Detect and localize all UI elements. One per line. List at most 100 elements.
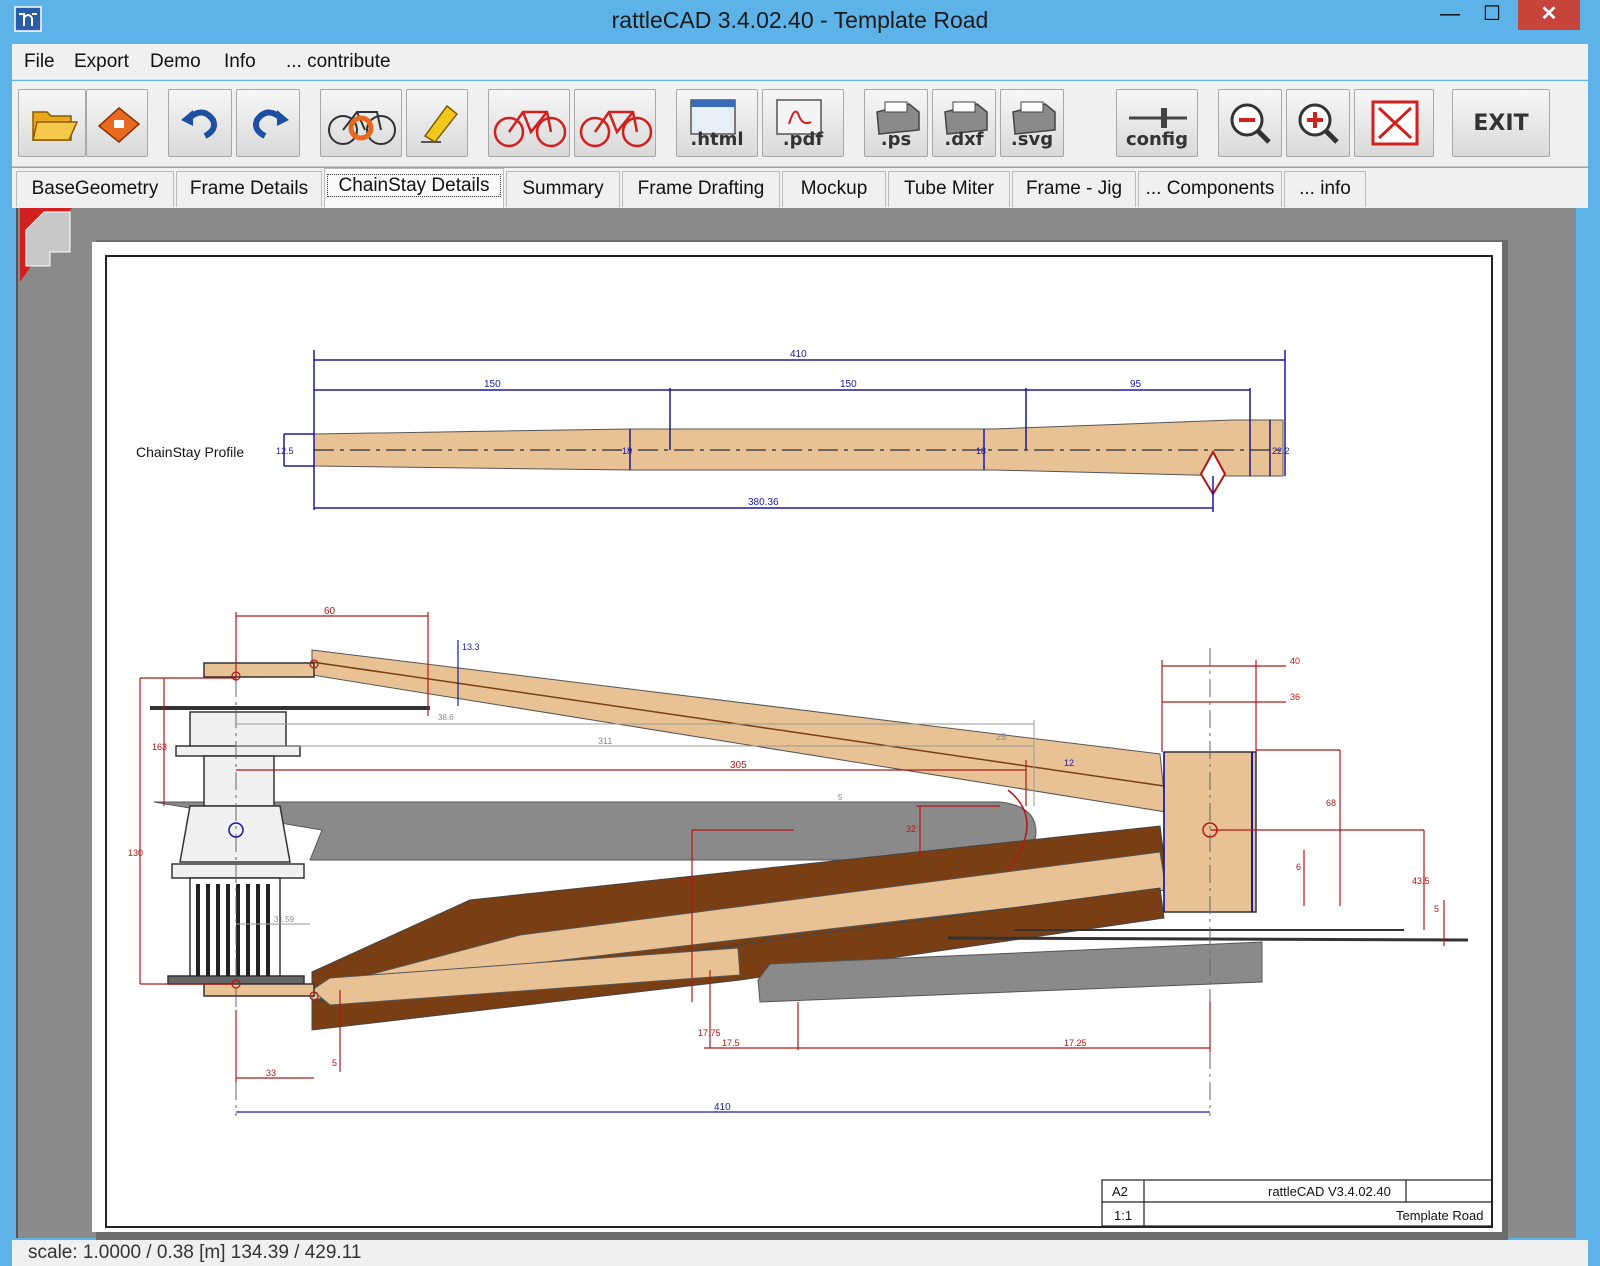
bike-right-button[interactable] <box>574 89 656 157</box>
title-template: Template Road <box>1396 1208 1483 1223</box>
tab-label: ... info <box>1299 178 1351 199</box>
dim-13-3: 13.3 <box>462 642 480 652</box>
dim-33: 33 <box>266 1068 276 1078</box>
undo-button[interactable] <box>168 89 232 157</box>
dim-6: 6 <box>1296 862 1301 872</box>
dim-h-right: 22.2 <box>1272 446 1290 456</box>
chainstay-profile: ChainStay Profile 410 150 150 95 380.36 … <box>136 349 1290 512</box>
dim-175: 175 <box>680 876 695 886</box>
tab-mockup[interactable]: Mockup <box>782 171 886 207</box>
dim-17-5: 17.5 <box>722 1038 740 1048</box>
title-sheet: A2 <box>1112 1184 1128 1199</box>
tab-label: Frame - Jig <box>1025 178 1123 199</box>
bike-reset-icon <box>328 111 396 145</box>
export-pdf-label: .pdf <box>782 129 824 150</box>
tab-label: ... Components <box>1145 178 1275 199</box>
title-bar: rattleCAD 3.4.02.40 - Template Road — ☐ … <box>0 0 1600 42</box>
exit-button[interactable]: EXIT <box>1452 89 1550 157</box>
title-version: rattleCAD V3.4.02.40 <box>1268 1184 1391 1199</box>
tab-info[interactable]: ... info <box>1284 171 1366 207</box>
save-icon <box>97 107 141 143</box>
open-folder-icon <box>32 111 79 141</box>
menu-file[interactable]: File <box>24 51 55 73</box>
export-html-button[interactable]: .html <box>676 89 758 157</box>
dim-17-25: 17.25 <box>1064 1038 1087 1048</box>
redo-icon <box>253 109 289 139</box>
export-ps-label: .ps <box>880 129 912 150</box>
dim-h-mid2: 18 <box>976 446 986 456</box>
dim-12: 12 <box>1064 758 1074 768</box>
config-button[interactable]: config <box>1116 89 1198 157</box>
close-button[interactable]: ✕ <box>1518 0 1580 30</box>
dim-h-left: 12.5 <box>276 446 294 456</box>
export-ps-button[interactable]: .ps <box>864 89 928 157</box>
fit-view-button[interactable] <box>1354 89 1434 157</box>
menu-info[interactable]: Info <box>224 51 256 73</box>
dim-25: 25 <box>996 732 1006 742</box>
corner-resize-icon[interactable] <box>20 208 80 284</box>
tab-frame-details[interactable]: Frame Details <box>176 171 322 207</box>
title-scale: 1:1 <box>1114 1208 1132 1223</box>
dim-36: 36 <box>1290 692 1300 702</box>
dim-h-mid1: 18 <box>622 446 632 456</box>
dim-5-mid: 5 <box>838 793 843 802</box>
chainstay-drawing: ChainStay Profile 410 150 150 95 380.36 … <box>105 255 1493 1228</box>
zoom-in-button[interactable] <box>1286 89 1350 157</box>
menu-export[interactable]: Export <box>74 51 129 73</box>
dim-130: 130 <box>128 848 143 858</box>
bike-left-button[interactable] <box>488 89 570 157</box>
tab-basegeometry[interactable]: BaseGeometry <box>16 171 174 207</box>
dim-40: 40 <box>1290 656 1300 666</box>
tab-tube-miter[interactable]: Tube Miter <box>888 171 1010 207</box>
menu-contribute[interactable]: ... contribute <box>286 51 391 73</box>
open-button[interactable] <box>18 89 86 157</box>
dim-5-right: 5 <box>1434 904 1439 914</box>
chainstay-plan: 60 13.3 38.6 311 305 25 12 40 36 68 6 43… <box>128 606 1469 1116</box>
tab-chainstay-details[interactable]: ChainStay Details <box>324 168 504 208</box>
drawing-sheet: ChainStay Profile 410 150 150 95 380.36 … <box>92 242 1502 1232</box>
tab-label: Mockup <box>800 178 868 199</box>
tab-summary[interactable]: Summary <box>506 171 620 207</box>
export-pdf-button[interactable]: .pdf <box>762 89 844 157</box>
eraser-button[interactable] <box>406 89 468 157</box>
dim-seg1: 150 <box>484 379 501 390</box>
tab-components[interactable]: ... Components <box>1138 171 1282 207</box>
zoom-out-button[interactable] <box>1218 89 1282 157</box>
dim-311: 311 <box>598 736 612 746</box>
tab-label: Tube Miter <box>903 178 995 199</box>
export-svg-label: .svg <box>1010 129 1054 150</box>
dim-17-75: 17.75 <box>698 1028 721 1038</box>
dim-5-bottom: 5 <box>332 1058 337 1068</box>
redo-button[interactable] <box>236 89 300 157</box>
rear-hub <box>167 662 315 997</box>
tab-frame-drafting[interactable]: Frame Drafting <box>622 171 780 207</box>
exit-label: EXIT <box>1473 111 1529 136</box>
export-svg-button[interactable]: .svg <box>1000 89 1064 157</box>
maximize-button[interactable]: ☐ <box>1472 0 1512 30</box>
app-window: rattleCAD 3.4.02.40 - Template Road — ☐ … <box>0 0 1600 1266</box>
bike-red-right-icon <box>579 110 653 148</box>
dim-60: 60 <box>324 606 336 617</box>
dim-305: 305 <box>730 760 747 771</box>
tab-label: ChainStay Details <box>327 174 501 197</box>
save-button[interactable] <box>86 89 148 157</box>
toolbar: .html .pdf .ps .dxf .svg config EXIT <box>12 81 1588 167</box>
dim-seg2: 150 <box>840 379 857 390</box>
zoom-in-icon <box>1298 103 1339 144</box>
tab-label: Summary <box>522 178 604 199</box>
tab-label: Frame Details <box>189 178 309 199</box>
bike-reset-button[interactable] <box>320 89 402 157</box>
bike-red-left-icon <box>493 110 567 148</box>
fit-view-icon <box>1371 100 1419 146</box>
menu-demo[interactable]: Demo <box>150 51 201 73</box>
tab-label: Frame Drafting <box>637 178 765 199</box>
export-dxf-button[interactable]: .dxf <box>932 89 996 157</box>
eraser-icon <box>421 104 459 143</box>
export-dxf-label: .dxf <box>944 129 984 150</box>
window-title: rattleCAD 3.4.02.40 - Template Road <box>611 7 989 33</box>
profile-label: ChainStay Profile <box>136 444 244 460</box>
minimize-button[interactable]: — <box>1430 0 1470 30</box>
zoom-out-icon <box>1230 103 1271 144</box>
dim-31-59: 31.59 <box>274 915 295 924</box>
tab-frame-jig[interactable]: Frame - Jig <box>1012 171 1136 207</box>
